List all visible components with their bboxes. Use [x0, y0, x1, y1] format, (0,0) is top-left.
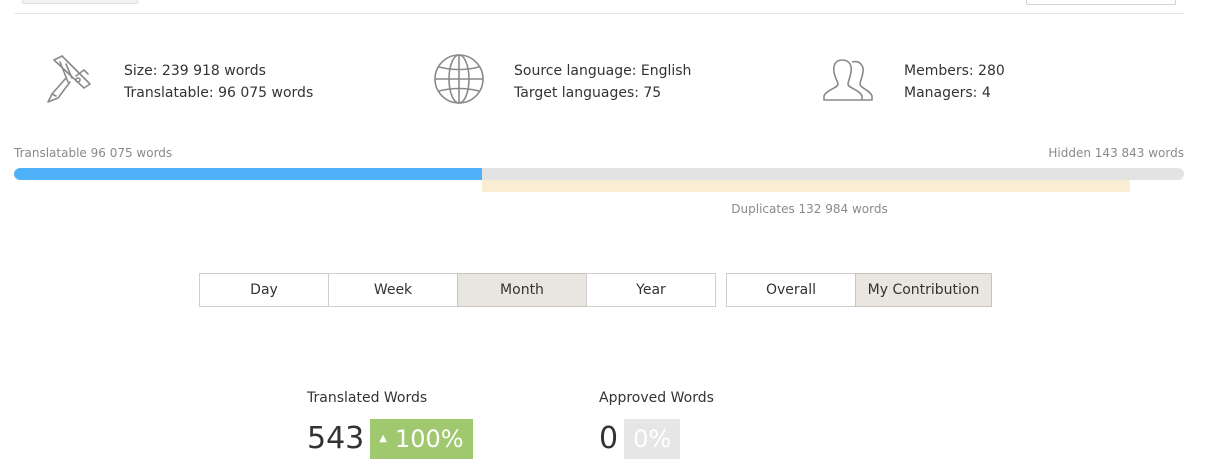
translatable-text: Translatable: 96 075 words — [124, 85, 314, 101]
translated-words-value: 543 — [307, 421, 365, 456]
scope-my-contribution-button[interactable]: My Contribution — [855, 273, 992, 307]
period-day-button[interactable]: Day — [199, 273, 329, 307]
caliper-icon — [40, 52, 96, 108]
size-text: Size: 239 918 words — [124, 63, 266, 79]
period-year-button[interactable]: Year — [586, 273, 716, 307]
top-tab-stub[interactable] — [22, 0, 138, 4]
period-week-button[interactable]: Week — [328, 273, 458, 307]
period-switch: Day Week Month Year — [199, 273, 716, 307]
approved-words-value: 0 — [599, 421, 619, 456]
users-icon — [820, 52, 876, 108]
duplicates-words-label: Duplicates 132 984 words — [731, 202, 888, 216]
approved-change-value: 0% — [633, 425, 672, 453]
top-select-stub[interactable] — [1026, 0, 1176, 5]
approved-change-badge: 0% — [624, 419, 681, 459]
source-language-text: Source language: English — [514, 63, 692, 79]
managers-count-text: Managers: 4 — [904, 85, 991, 101]
hidden-words-label: Hidden 143 843 words — [1048, 146, 1184, 160]
translated-change-badge: ▲ 100% — [370, 419, 473, 459]
translatable-fill — [14, 168, 482, 180]
top-divider — [14, 13, 1184, 14]
word-progress-bar — [14, 168, 1184, 180]
members-count-text: Members: 280 — [904, 63, 1005, 79]
translated-words-stat: Translated Words 543 ▲ 100% — [307, 389, 473, 459]
approved-words-stat: Approved Words 0 0% — [599, 389, 714, 459]
scope-overall-button[interactable]: Overall — [726, 273, 856, 307]
period-month-button[interactable]: Month — [457, 273, 587, 307]
approved-words-label: Approved Words — [599, 390, 714, 406]
translated-change-value: 100% — [394, 425, 464, 453]
globe-icon — [430, 52, 486, 108]
scope-switch: Overall My Contribution — [726, 273, 992, 307]
triangle-up-icon: ▲ — [379, 433, 387, 444]
translated-words-label: Translated Words — [307, 390, 428, 406]
target-languages-text: Target languages: 75 — [514, 85, 662, 101]
duplicates-band — [482, 180, 1130, 192]
translatable-words-label: Translatable 96 075 words — [14, 146, 173, 160]
